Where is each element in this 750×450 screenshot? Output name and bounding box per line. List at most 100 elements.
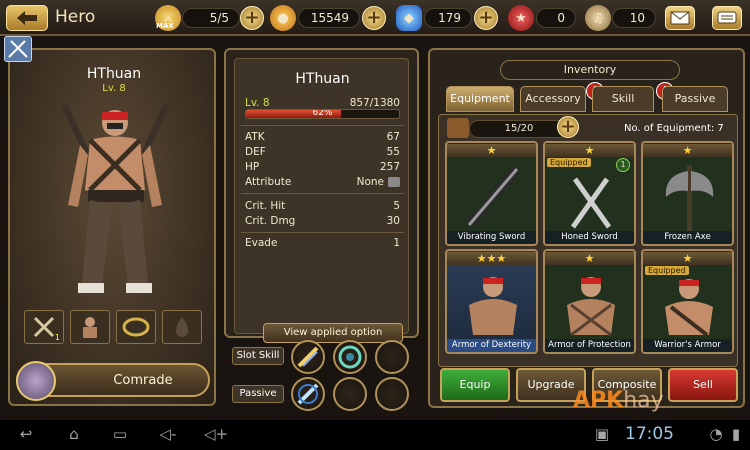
ring-icon <box>122 317 150 337</box>
stat-row: Crit. Dmg 30 <box>245 215 400 227</box>
crossed-swords-icon <box>570 177 612 229</box>
comrade-button[interactable]: Comrade <box>16 361 210 401</box>
gear-slot-accessory[interactable] <box>116 310 156 344</box>
gem-icon: ◆ <box>396 5 422 31</box>
stats-exp: 857/1380 <box>349 97 400 109</box>
stats-panel: HThuan Lv. 8 857/1380 62% ATK 67 DEF 55 HP… <box>224 48 419 343</box>
item-armor-of-dexterity[interactable]: ★★★ Armor of Dexterity <box>445 249 538 354</box>
home-nav-icon[interactable]: ⌂ <box>62 425 86 445</box>
item-stars: ★ <box>643 144 732 157</box>
skill-slot-2[interactable] <box>333 340 367 374</box>
item-name: Vibrating Sword <box>447 231 536 244</box>
back-arrow-icon <box>17 11 37 25</box>
sell-button[interactable]: Sell <box>668 368 738 402</box>
gear-slot-empty[interactable] <box>162 310 202 344</box>
mail-icon <box>670 11 690 25</box>
item-armor-of-protection[interactable]: ★ Armor of Protection <box>543 249 636 354</box>
watermark-logo: APKhay <box>573 388 664 413</box>
tab-skill[interactable]: Skill <box>592 86 654 112</box>
armor-bust-icon <box>469 277 517 335</box>
back-nav-icon[interactable]: ↩ <box>14 425 38 445</box>
volume-down-icon[interactable]: ◁- <box>156 425 180 445</box>
item-name: Armor of Protection <box>545 339 634 352</box>
add-stamina-button[interactable]: + <box>240 6 264 30</box>
stats-level: Lv. 8 <box>245 97 270 109</box>
item-stars: ★ <box>545 144 634 157</box>
item-name: Honed Sword <box>545 231 634 244</box>
item-stars: ★ <box>447 144 536 157</box>
add-gem-button[interactable]: + <box>474 6 498 30</box>
view-applied-option-button[interactable]: View applied option <box>263 323 403 343</box>
stat-row: ATK 67 <box>245 131 400 143</box>
max-badge: MAX <box>156 22 174 30</box>
tab-accessory[interactable]: Accessory <box>520 86 586 112</box>
gear-slot-armor[interactable] <box>70 310 110 344</box>
stat-row: HP 257 <box>245 161 400 173</box>
item-vibrating-sword[interactable]: ★ Vibrating Sword <box>445 141 538 246</box>
stat-row: DEF 55 <box>245 146 400 158</box>
medal-value: 0 <box>536 8 576 28</box>
expand-inventory-button[interactable]: + <box>557 116 579 138</box>
skill-slot-1[interactable] <box>291 340 325 374</box>
exp-percent: 62% <box>312 109 333 118</box>
stats-hero-name: HThuan <box>295 71 350 87</box>
horn-value: 10 <box>612 8 656 28</box>
armor-icon <box>83 317 97 338</box>
inventory-grid: 15/20 + No. of Equipment: 7 ★ Vibrating … <box>438 114 738 367</box>
item-name: Warrior's Armor <box>643 339 732 352</box>
menu-button[interactable] <box>712 6 742 30</box>
inventory-title: Inventory <box>500 60 680 80</box>
recent-apps-icon[interactable]: ▭ <box>108 425 132 445</box>
skill-whirl-icon <box>338 345 362 369</box>
gold-value: 15549 <box>298 8 360 28</box>
item-honed-sword[interactable]: ★ Equipped 1 Honed Sword <box>543 141 636 246</box>
skill-strike-icon <box>297 346 319 368</box>
skill-slot-3[interactable] <box>375 340 409 374</box>
passive-slot-2[interactable] <box>333 377 367 411</box>
item-frozen-axe[interactable]: ★ Frozen Axe <box>641 141 734 246</box>
add-gold-button[interactable]: + <box>362 6 386 30</box>
volume-up-icon[interactable]: ◁+ <box>204 425 228 445</box>
hero-portrait[interactable] <box>50 95 180 305</box>
passive-blade-icon <box>297 383 319 405</box>
stat-row: Evade 1 <box>245 237 400 249</box>
tab-equipment[interactable]: Equipment <box>446 86 514 112</box>
top-bar: Hero ⚔ MAX 5/5 + ● 15549 + ◆ 179 + ★ 0 ♫… <box>0 0 750 36</box>
drop-icon <box>175 317 189 337</box>
comrade-avatar-icon <box>16 361 56 401</box>
back-button[interactable] <box>6 5 48 31</box>
item-warriors-armor[interactable]: ★ Equipped Warrior's Armor <box>641 249 734 354</box>
item-stars: ★ <box>545 252 634 265</box>
attribute-icon <box>388 177 400 187</box>
slot-skill-label: Slot Skill <box>232 347 284 365</box>
stat-row: Attribute None <box>245 176 400 188</box>
screenshot-icon[interactable]: ▣ <box>590 425 614 445</box>
swords-icon[interactable] <box>4 36 32 62</box>
gear-slot-weapon[interactable]: 1 <box>24 310 64 344</box>
item-stars: ★ <box>643 252 732 265</box>
hero-panel: HThuan Lv. 8 1 Comrade <box>4 36 216 406</box>
mail-button[interactable] <box>665 6 695 30</box>
exp-bar: 62% <box>245 109 400 119</box>
sword-icon <box>465 166 521 228</box>
equipment-count: No. of Equipment: 7 <box>624 123 724 134</box>
item-stars: ★★★ <box>447 252 536 265</box>
medal-icon: ★ <box>508 5 534 31</box>
armor-bust-icon <box>665 279 713 337</box>
battery-icon: ▮ <box>731 425 741 443</box>
stats-box: HThuan Lv. 8 857/1380 62% ATK 67 DEF 55 HP… <box>234 58 409 343</box>
weapon-count: 1 <box>54 333 60 342</box>
weapon-icon <box>33 316 55 338</box>
passive-label: Passive <box>232 385 284 403</box>
status-clock: 17:05 <box>625 424 674 444</box>
stats-level-row: Lv. 8 857/1380 <box>245 97 400 109</box>
equip-button[interactable]: Equip <box>440 368 510 402</box>
tab-passive[interactable]: Passive <box>662 86 728 112</box>
passive-slot-3[interactable] <box>375 377 409 411</box>
chat-menu-icon <box>717 11 737 24</box>
hero-name: HThuan <box>86 66 142 82</box>
item-name: Frozen Axe <box>643 231 732 244</box>
passive-slot-1[interactable] <box>291 377 325 411</box>
bag-icon <box>447 118 469 138</box>
hero-level: Lv. 8 <box>102 83 126 94</box>
